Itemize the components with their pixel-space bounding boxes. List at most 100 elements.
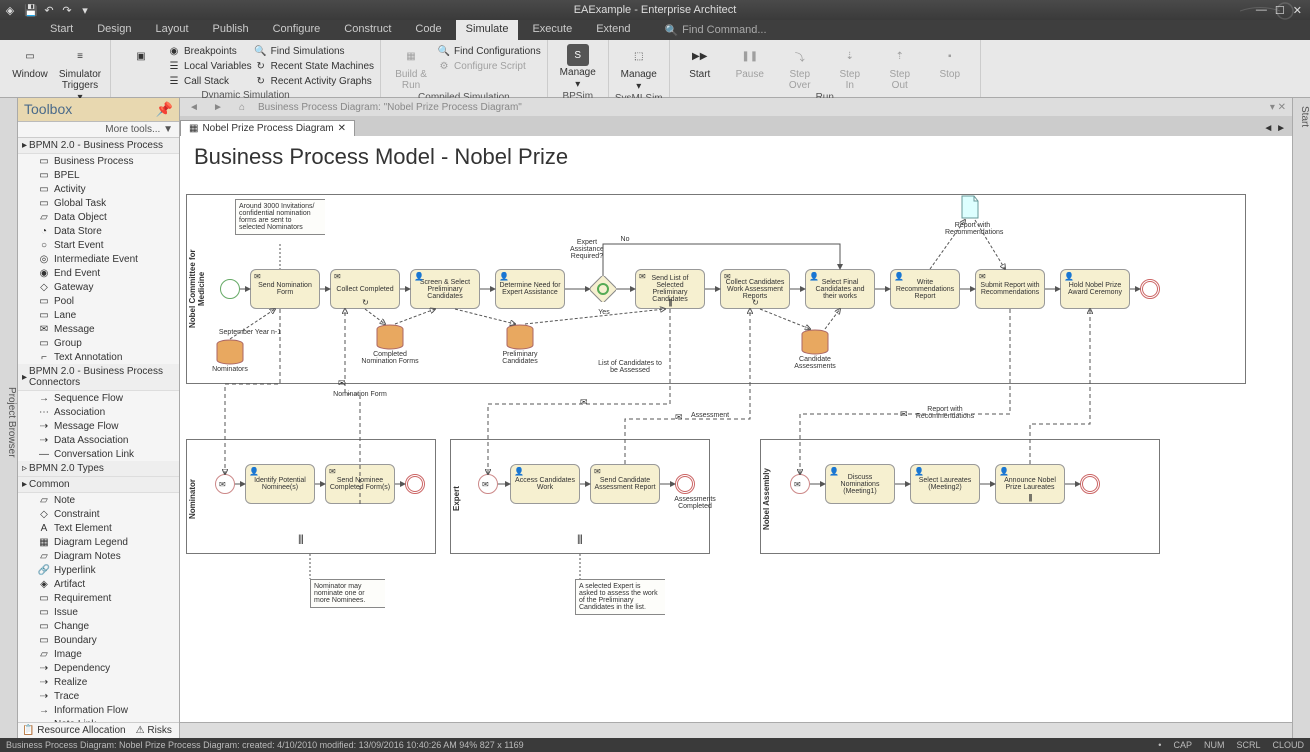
start-event-nominator[interactable]: ✉ <box>215 474 235 494</box>
toolbox-item-message-flow[interactable]: ⇢Message Flow <box>18 419 179 433</box>
ribbon-dynamic-icon[interactable]: ▣ <box>117 42 165 89</box>
toolbox-item-hyperlink[interactable]: 🔗Hyperlink <box>18 563 179 577</box>
ribbon-bpsim-manage[interactable]: SManage▾ <box>554 42 602 90</box>
tab-extend[interactable]: Extend <box>586 20 640 40</box>
toolbox-item-association[interactable]: ⋯Association <box>18 405 179 419</box>
toolbox-res[interactable]: 📋 Resource Allocation <box>22 725 126 736</box>
toolbox-item-data-association[interactable]: ⇢Data Association <box>18 433 179 447</box>
toolbox-item-global-task[interactable]: ▭Global Task <box>18 196 179 210</box>
datastore-nominators[interactable] <box>215 339 245 365</box>
toolbox-pin-icon[interactable]: 📌 <box>156 101 173 118</box>
note-expert[interactable]: A selected Expert is asked to assess the… <box>575 579 665 615</box>
task-access-work[interactable]: 👤Access Candidates Work <box>510 464 580 504</box>
datastore-compforms[interactable] <box>375 324 405 350</box>
task-select-final[interactable]: 👤Select Final Candidates and their works <box>805 269 875 309</box>
task-write-recs[interactable]: 👤Write Recommendations Report <box>890 269 960 309</box>
datastore-assess[interactable] <box>800 329 830 355</box>
tab-construct[interactable]: Construct <box>334 20 401 40</box>
toolbox-item-image[interactable]: ▱Image <box>18 647 179 661</box>
ribbon-triggers-button[interactable]: ≡Simulator Triggers▾ <box>56 42 104 103</box>
toolbox-item-issue[interactable]: ▭Issue <box>18 605 179 619</box>
tab-configure[interactable]: Configure <box>263 20 331 40</box>
toolbox-item-start-event[interactable]: ○Start Event <box>18 238 179 252</box>
qat-dropdown-icon[interactable]: ▾ <box>78 3 92 17</box>
toolbox-risks[interactable]: ⚠ Risks <box>136 725 172 736</box>
tab-right-start[interactable]: Start <box>1299 106 1310 127</box>
toolbox-item-business-process[interactable]: ▭Business Process <box>18 154 179 168</box>
dataobj-report[interactable] <box>960 194 980 220</box>
find-command[interactable]: 🔍Find Command... <box>664 20 766 40</box>
tab-layout[interactable]: Layout <box>145 20 198 40</box>
toolbox-item-constraint[interactable]: ◇Constraint <box>18 507 179 521</box>
toolbox-item-trace[interactable]: ⇢Trace <box>18 689 179 703</box>
qat-redo-icon[interactable]: ↷ <box>60 3 74 17</box>
ribbon-start[interactable]: ▶▶Start <box>676 42 724 91</box>
toolbox-more[interactable]: More tools... ▼ <box>18 122 179 138</box>
tab-close-icon[interactable]: ✕ <box>338 123 346 134</box>
doc-tab-nobel[interactable]: ▦Nobel Prize Process Diagram ✕ <box>180 120 355 136</box>
ribbon-findcfg[interactable]: 🔍Find Configurations <box>437 44 541 59</box>
toolbox-item-lane[interactable]: ▭Lane <box>18 308 179 322</box>
toolbox-item-information-flow[interactable]: →Information Flow <box>18 703 179 717</box>
tab-nav-icons[interactable]: ◄ ► <box>1257 121 1292 136</box>
note-nominator[interactable]: Nominator may nominate one or more Nomin… <box>310 579 385 608</box>
nav-back-icon[interactable]: ◄ <box>186 100 202 114</box>
ribbon-window-button[interactable]: ▭Window <box>6 42 54 103</box>
end-event-committee[interactable] <box>1140 279 1160 299</box>
toolbox-item-artifact[interactable]: ◈Artifact <box>18 577 179 591</box>
toolbox-item-end-event[interactable]: ◉End Event <box>18 266 179 280</box>
task-discuss[interactable]: 👤Discuss Nominations (Meeting1) <box>825 464 895 504</box>
toolbox-item-bpel[interactable]: ▭BPEL <box>18 168 179 182</box>
toolbox-item-activity[interactable]: ▭Activity <box>18 182 179 196</box>
toolbox-item-change[interactable]: ▭Change <box>18 619 179 633</box>
toolbox-item-dependency[interactable]: ⇢Dependency <box>18 661 179 675</box>
task-collect-completed[interactable]: ✉Collect Completed↻ <box>330 269 400 309</box>
tab-code[interactable]: Code <box>405 20 451 40</box>
toolbox-section-bp[interactable]: ▸ BPMN 2.0 - Business Process <box>18 138 179 154</box>
tab-project-browser[interactable]: Project Browser <box>6 387 17 458</box>
toolbox-section-types[interactable]: ▹ BPMN 2.0 Types <box>18 461 179 477</box>
tab-publish[interactable]: Publish <box>203 20 259 40</box>
tab-simulate[interactable]: Simulate <box>456 20 519 40</box>
start-event-expert[interactable]: ✉ <box>478 474 498 494</box>
task-announce[interactable]: 👤Announce Nobel Prize Laureates||| <box>995 464 1065 504</box>
ribbon-recentag[interactable]: ↻Recent Activity Graphs <box>254 74 374 89</box>
toolbox-item-data-object[interactable]: ▱Data Object <box>18 210 179 224</box>
note-invitations[interactable]: Around 3000 Invitations/ confidential no… <box>235 199 325 235</box>
toolbox-item-intermediate-event[interactable]: ◎Intermediate Event <box>18 252 179 266</box>
toolbox-item-text-element[interactable]: AText Element <box>18 521 179 535</box>
end-event-expert[interactable] <box>675 474 695 494</box>
task-send-list[interactable]: ✉Send List of Selected Preliminary Candi… <box>635 269 705 309</box>
tab-design[interactable]: Design <box>87 20 141 40</box>
end-event-nominator[interactable] <box>405 474 425 494</box>
nav-fwd-icon[interactable]: ► <box>210 100 226 114</box>
toolbox-item-realize[interactable]: ⇢Realize <box>18 675 179 689</box>
toolbox-item-diagram-notes[interactable]: ▱Diagram Notes <box>18 549 179 563</box>
ribbon-sysml-manage[interactable]: ⬚Manage▾ <box>615 42 663 92</box>
toolbox-item-gateway[interactable]: ◇Gateway <box>18 280 179 294</box>
ribbon-breakpoints[interactable]: ◉Breakpoints <box>167 44 252 59</box>
end-event-assembly[interactable] <box>1080 474 1100 494</box>
task-select-laureates[interactable]: 👤Select Laureates (Meeting2) <box>910 464 980 504</box>
task-collect-reports[interactable]: ✉Collect Candidates Work Assessment Repo… <box>720 269 790 309</box>
task-send-nominee-form[interactable]: ✉Send Nominee Completed Form(s) <box>325 464 395 504</box>
tab-start[interactable]: Start <box>40 20 83 40</box>
start-event-assembly[interactable]: ✉ <box>790 474 810 494</box>
toolbox-section-bpconn[interactable]: ▸ BPMN 2.0 - Business Process Connectors <box>18 364 179 391</box>
horizontal-scrollbar[interactable] <box>180 722 1292 738</box>
toolbox-item-text-annotation[interactable]: ⌐Text Annotation <box>18 350 179 364</box>
panel-close-icon[interactable]: ▾ ✕ <box>1270 102 1286 113</box>
task-submit-report[interactable]: ✉Submit Report with Recommendations <box>975 269 1045 309</box>
toolbox-item-conversation-link[interactable]: —Conversation Link <box>18 447 179 461</box>
nav-home-icon[interactable]: ⌂ <box>234 100 250 114</box>
toolbox-item-data-store[interactable]: ◔Data Store <box>18 224 179 238</box>
qat-undo-icon[interactable]: ↶ <box>42 3 56 17</box>
toolbox-item-sequence-flow[interactable]: →Sequence Flow <box>18 391 179 405</box>
task-screen-select[interactable]: 👤Screen & Select Preliminary Candidates <box>410 269 480 309</box>
qat-save-icon[interactable]: 💾 <box>24 3 38 17</box>
toolbox-item-pool[interactable]: ▭Pool <box>18 294 179 308</box>
toolbox-item-message[interactable]: ✉Message <box>18 322 179 336</box>
task-hold-ceremony[interactable]: 👤Hold Nobel Prize Award Ceremony <box>1060 269 1130 309</box>
datastore-prelim[interactable] <box>505 324 535 350</box>
toolbox-section-common[interactable]: ▸ Common <box>18 477 179 493</box>
